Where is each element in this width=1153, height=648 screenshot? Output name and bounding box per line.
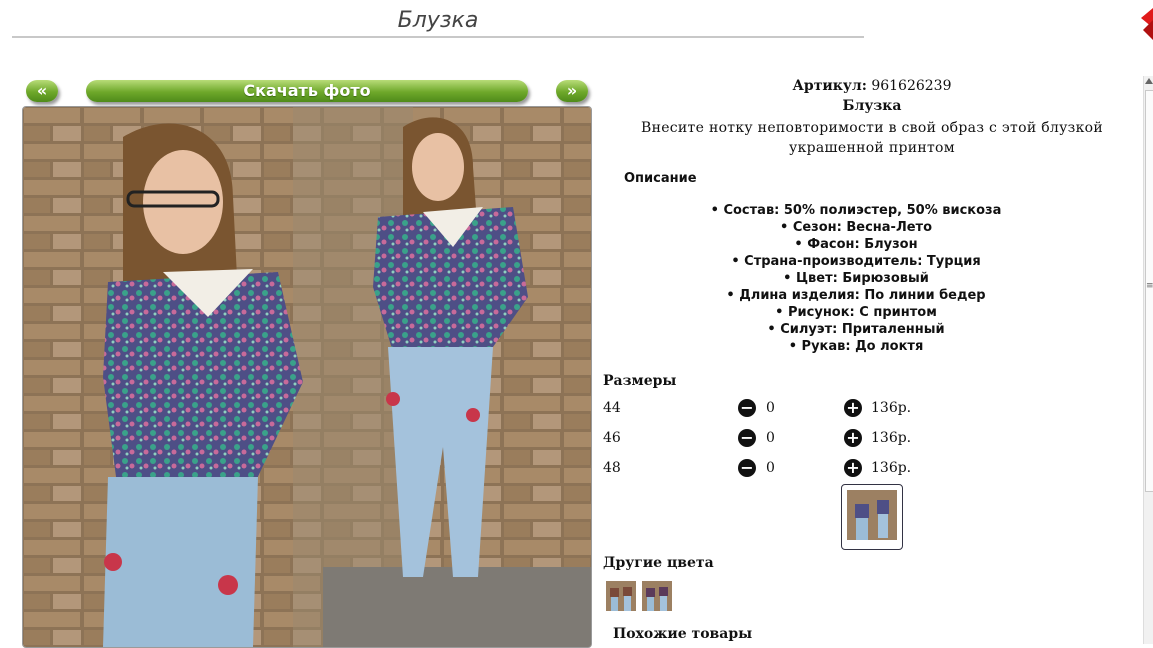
product-name: Блузка — [842, 98, 902, 114]
attribute-item: Фасон: Блузон — [603, 236, 1109, 253]
quantity-value: 0 — [766, 460, 775, 476]
increase-quantity-icon[interactable]: + — [844, 459, 862, 477]
photo-thumbnail[interactable] — [841, 484, 903, 550]
sku-label: Артикул: — [792, 78, 867, 94]
size-label: 46 — [603, 430, 621, 446]
next-photo-button[interactable]: » — [556, 80, 588, 102]
product-info: Артикул: 961626239 Блузка Внесите нотку … — [603, 76, 1141, 644]
size-row: 48 − 0 + 136р. — [603, 457, 933, 481]
size-row: 46 − 0 + 136р. — [603, 427, 933, 451]
size-price: 136р. — [871, 430, 912, 446]
increase-quantity-icon[interactable]: + — [844, 429, 862, 447]
size-price: 136р. — [871, 400, 912, 416]
color-variant-thumbnail[interactable] — [642, 581, 672, 611]
attribute-item: Страна-производитель: Турция — [603, 253, 1109, 270]
product-photo — [22, 106, 592, 648]
increase-quantity-icon[interactable]: + — [844, 399, 862, 417]
vertical-scrollbar[interactable]: ≡ — [1143, 76, 1153, 644]
size-row: 44 − 0 + 136р. — [603, 397, 933, 421]
attribute-item: Сезон: Весна-Лето — [603, 219, 1109, 236]
size-label: 44 — [603, 400, 621, 416]
sku-value: 961626239 — [871, 78, 952, 94]
download-photo-button[interactable]: Скачать фото — [86, 80, 528, 102]
thumbnail-image — [847, 490, 897, 540]
sizes-title: Размеры — [603, 373, 677, 389]
decrease-quantity-icon[interactable]: − — [738, 429, 756, 447]
attribute-item: Длина изделия: По линии бедер — [603, 287, 1109, 304]
decrease-quantity-icon[interactable]: − — [738, 399, 756, 417]
other-colors-title: Другие цвета — [603, 555, 714, 571]
scroll-grip-icon: ≡ — [1146, 281, 1153, 291]
attribute-item: Цвет: Бирюзовый — [603, 270, 1109, 287]
size-label: 48 — [603, 460, 621, 476]
description-title: Описание — [624, 171, 697, 186]
quantity-value: 0 — [766, 430, 775, 446]
product-description: Внесите нотку неповторимости в свой обра… — [640, 120, 1104, 156]
quantity-value: 0 — [766, 400, 775, 416]
brand-logo-icon — [1141, 8, 1153, 40]
attribute-item: Рисунок: С принтом — [603, 304, 1109, 321]
attribute-item: Рукав: До локтя — [603, 338, 1109, 355]
attribute-list: Состав: 50% полиэстер, 50% вискоза Сезон… — [603, 202, 1109, 355]
scroll-up-icon[interactable] — [1145, 78, 1153, 84]
sku-line: Артикул: 961626239 — [603, 78, 1141, 94]
prev-photo-button[interactable]: « — [26, 80, 58, 102]
attribute-item: Состав: 50% полиэстер, 50% вискоза — [603, 202, 1109, 219]
similar-products-title: Похожие товары — [613, 626, 753, 642]
page-title: Блузка — [12, 6, 864, 38]
color-variant-thumbnail[interactable] — [606, 581, 636, 611]
attribute-item: Силуэт: Приталенный — [603, 321, 1109, 338]
scrollbar-thumb[interactable] — [1145, 90, 1153, 492]
decrease-quantity-icon[interactable]: − — [738, 459, 756, 477]
size-price: 136р. — [871, 460, 912, 476]
